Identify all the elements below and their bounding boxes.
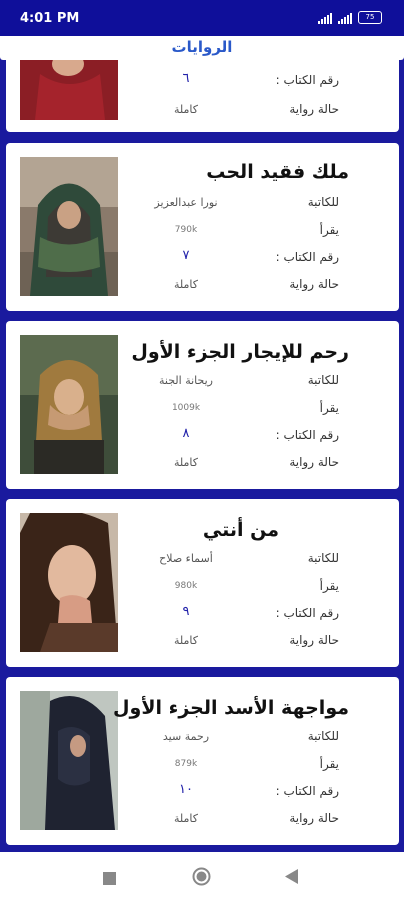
- book-number-value: ١٠: [179, 782, 193, 797]
- status-label: حالة رواية: [289, 277, 339, 291]
- home-button[interactable]: [192, 867, 211, 890]
- book-number-value: ٩: [182, 604, 190, 619]
- app-bar: الروايات: [0, 36, 404, 60]
- book-number-value: ٨: [182, 426, 190, 441]
- reads-value: 980k: [174, 581, 198, 591]
- recents-button[interactable]: [103, 870, 116, 889]
- novel-card[interactable]: ملك فقيد الحب للكاتبة نورا عبدالعزيز يقر…: [6, 143, 399, 311]
- square-icon: [103, 872, 116, 885]
- battery-icon: 75: [358, 11, 382, 24]
- author-label: للكاتبة: [307, 551, 339, 565]
- novel-card[interactable]: رحم للإيجار الجزء الأول للكاتبة ريحانة ا…: [6, 321, 399, 489]
- status-label: حالة رواية: [289, 811, 339, 825]
- novel-cover-image: [20, 335, 118, 474]
- reads-value: 1009k: [171, 403, 201, 413]
- novel-card[interactable]: مواجهة الأسد الجزء الأول للكاتبة رحمة سي…: [6, 677, 399, 845]
- book-number-label: رقم الكتاب :: [275, 250, 339, 264]
- status-label: حالة رواية: [289, 633, 339, 647]
- author-label: للكاتبة: [307, 195, 339, 209]
- novel-cover-image: [20, 157, 118, 296]
- reads-label: يقرأ: [319, 757, 339, 771]
- novel-title: ملك فقيد الحب: [206, 161, 349, 183]
- status-label: حالة رواية: [289, 455, 339, 469]
- book-number-label: رقم الكتاب :: [275, 428, 339, 442]
- wifi-signal-icon: [318, 12, 332, 24]
- status-icons: 75: [318, 11, 382, 24]
- reads-value: 879k: [174, 759, 198, 769]
- reads-label: يقرأ: [319, 401, 339, 415]
- author-label: للكاتبة: [307, 729, 339, 743]
- status-bar: 4:01 PM 75: [0, 0, 404, 40]
- reads-label: يقرأ: [319, 223, 339, 237]
- author-value: رحمة سيد: [162, 730, 210, 743]
- status-time: 4:01 PM: [20, 11, 80, 26]
- circle-icon: [192, 867, 211, 886]
- reads-label: يقرأ: [319, 579, 339, 593]
- novel-title: رحم للإيجار الجزء الأول: [131, 341, 349, 363]
- novel-title: مواجهة الأسد الجزء الأول: [113, 697, 349, 719]
- book-number-value: ٧: [182, 248, 190, 263]
- author-label: للكاتبة: [307, 373, 339, 387]
- novel-card[interactable]: رقم الكتاب : ٦ حالة رواية كاملة: [6, 60, 399, 132]
- page-title: الروايات: [171, 38, 233, 56]
- novel-cover-image: [20, 513, 118, 652]
- book-number-value: ٦: [182, 71, 190, 86]
- author-value: ريحانة الجنة: [158, 374, 213, 387]
- novel-cover-image: [20, 60, 118, 120]
- triangle-back-icon: [285, 869, 298, 884]
- novel-card[interactable]: من أنتي للكاتبة أسماء صلاح يقرأ 980k رقم…: [6, 499, 399, 667]
- novel-cover-image: [20, 691, 118, 830]
- book-number-label: رقم الكتاب :: [275, 784, 339, 798]
- status-label: حالة رواية: [289, 102, 339, 116]
- back-button[interactable]: [285, 869, 298, 888]
- system-nav-bar: [0, 852, 404, 900]
- book-number-label: رقم الكتاب :: [275, 73, 339, 87]
- author-value: نورا عبدالعزيز: [154, 196, 218, 209]
- reads-value: 790k: [174, 225, 198, 235]
- status-value: كاملة: [173, 456, 199, 469]
- novel-list[interactable]: رقم الكتاب : ٦ حالة رواية كاملة ملك فقيد…: [0, 60, 404, 852]
- cellular-signal-icon: [338, 12, 352, 24]
- status-value: كاملة: [173, 103, 199, 116]
- book-number-label: رقم الكتاب :: [275, 606, 339, 620]
- battery-level: 75: [365, 13, 375, 21]
- status-value: كاملة: [173, 634, 199, 647]
- author-value: أسماء صلاح: [159, 552, 213, 565]
- novel-title: من أنتي: [202, 519, 279, 541]
- status-value: كاملة: [173, 278, 199, 291]
- status-value: كاملة: [173, 812, 199, 825]
